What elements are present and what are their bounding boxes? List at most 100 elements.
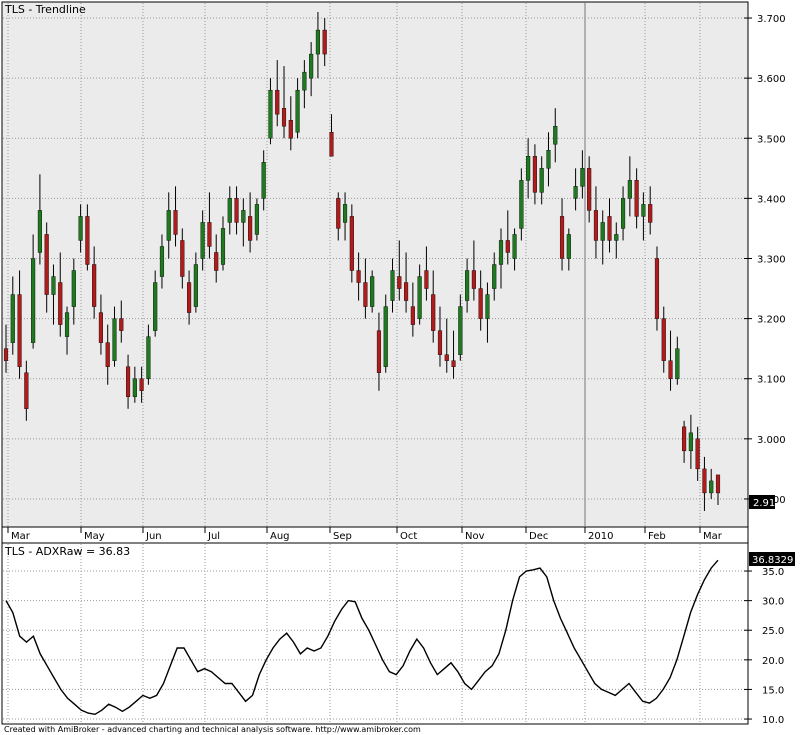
candle-body [214, 252, 219, 271]
price-y-tick-label: 3.100 [757, 375, 786, 386]
x-tick-label: Jun [145, 531, 162, 542]
candle-body [31, 258, 36, 343]
candle-body [715, 474, 721, 494]
candle-body [437, 330, 443, 355]
adx-y-tick-label: 35.0 [762, 567, 784, 578]
candle-body [71, 270, 76, 307]
adx-y-tick-label: 10.0 [762, 715, 784, 726]
candle-body [397, 276, 402, 289]
x-tick-label: Nov [465, 531, 485, 542]
candle-body [532, 156, 537, 193]
candle-body [64, 312, 70, 337]
candle-body [505, 240, 510, 253]
adx-chart-title: TLS - ADXRaw = 36.83 [4, 545, 130, 558]
adx-y-tick-label: 20.0 [762, 656, 784, 667]
candle-body [78, 216, 83, 241]
candle-body [220, 228, 226, 265]
candle-body [44, 234, 49, 295]
candle-body [166, 210, 171, 241]
candle-body [37, 210, 42, 253]
candle-body [24, 372, 29, 409]
candle-body [193, 264, 198, 307]
candle-body [200, 222, 205, 259]
candle-body [492, 264, 497, 289]
x-tick-label: Oct [400, 531, 417, 542]
candle-body [10, 294, 15, 343]
candle-body [153, 282, 158, 331]
x-tick-label: Aug [270, 531, 290, 542]
candle-body [125, 366, 131, 397]
candle-body [654, 258, 660, 319]
x-tick-label: Mar [11, 531, 31, 542]
candle [370, 270, 375, 313]
candle-body [553, 126, 558, 145]
candle-body [607, 216, 612, 241]
candle-body [621, 198, 626, 229]
candle-body [559, 216, 565, 259]
candle-body [444, 354, 449, 361]
price-chart-title: TLS - Trendline [4, 3, 86, 16]
x-tick-label: Sep [333, 531, 352, 542]
x-tick-label: Dec [529, 531, 548, 542]
candle-body [458, 306, 463, 355]
adx-panel [1, 542, 749, 725]
candle-body [241, 210, 246, 223]
price-y-tick-label: 3.400 [757, 194, 786, 205]
candle-body [539, 168, 544, 193]
candle-body [58, 282, 63, 325]
candle-body [688, 432, 693, 452]
candle-body [281, 107, 287, 127]
footer-credit: Created with AmiBroker - advanced charti… [4, 725, 421, 734]
candle-body [227, 198, 232, 223]
x-tick-label: Mar [703, 531, 723, 542]
candle-body [363, 282, 368, 307]
candle-body [431, 294, 436, 331]
x-tick-label: Jul [207, 531, 220, 542]
candle-body [370, 276, 375, 307]
price-y-tick-label: 3.300 [757, 254, 786, 265]
candle-body [309, 53, 314, 79]
candle-body [668, 360, 673, 379]
candle-body [465, 270, 470, 301]
candle-body [709, 480, 714, 494]
price-y-tick-label: 3.700 [757, 14, 786, 25]
candle-body [695, 438, 700, 470]
candle-body [119, 318, 124, 331]
candle-body [627, 180, 632, 199]
candle-body [614, 234, 619, 241]
candle-body [580, 168, 585, 187]
candle-body [3, 348, 9, 361]
x-tick-label: Feb [648, 531, 666, 542]
candle-body [315, 29, 320, 55]
candle-body [207, 222, 212, 247]
price-panel [1, 1, 749, 528]
candle-body [112, 318, 117, 361]
x-tick-label: 2010 [588, 531, 613, 542]
candle-body [682, 426, 687, 452]
candle-body [519, 180, 524, 229]
candle-body [51, 276, 56, 295]
candle-body [424, 270, 429, 289]
candle-body [234, 198, 239, 223]
candle-body [661, 318, 666, 361]
candle-body [302, 71, 307, 91]
candle-body [248, 216, 253, 241]
adx-y-tick-label: 15.0 [762, 685, 784, 696]
candle-body [478, 288, 483, 319]
candle-body [288, 120, 293, 139]
candle [654, 246, 660, 331]
price-y-axis: 2.9003.0003.1003.2003.3003.4003.5003.600… [744, 14, 786, 506]
candle-body [342, 204, 348, 223]
price-y-tick-label: 3.600 [757, 74, 786, 85]
candle-body [146, 336, 151, 379]
candle-body [471, 270, 476, 289]
candle-body [634, 180, 639, 217]
candle-body [404, 282, 409, 301]
candle-body [254, 204, 259, 235]
candle-body [322, 29, 327, 55]
candle-body [329, 132, 334, 157]
candle-body [17, 294, 22, 367]
candle-body [417, 276, 422, 319]
candle-body [295, 89, 300, 133]
candle-body [132, 378, 137, 397]
